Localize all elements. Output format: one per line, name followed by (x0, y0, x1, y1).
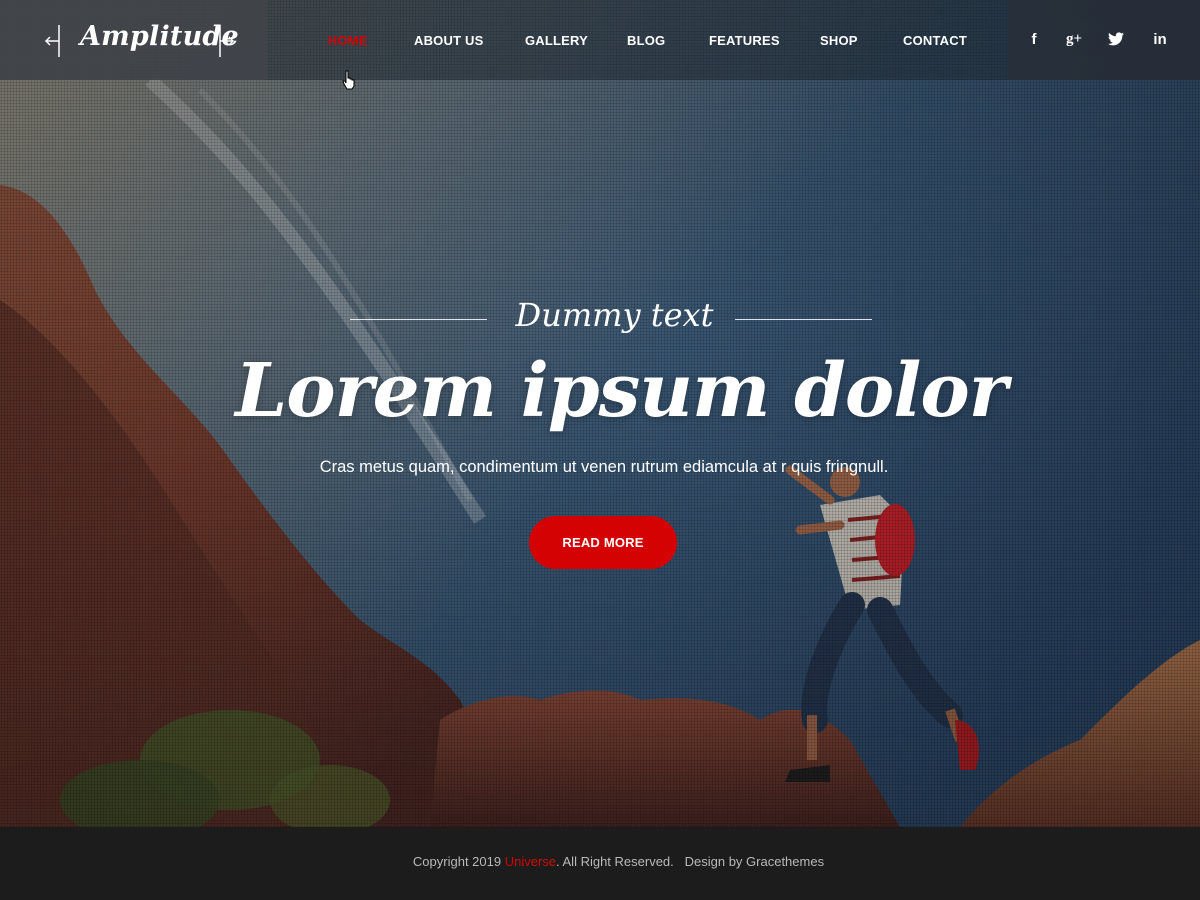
read-more-button[interactable]: READ MORE (529, 516, 677, 569)
subheading-right-rule (735, 319, 872, 320)
logo-area: Amplitude (0, 0, 268, 80)
google-plus-icon[interactable]: g+ (1064, 29, 1084, 49)
facebook-icon[interactable]: f (1024, 29, 1044, 49)
copyright-prefix: Copyright 2019 (412, 854, 505, 869)
nav-item-features[interactable]: FEATURES (709, 33, 780, 48)
linkedin-icon[interactable]: in (1150, 29, 1170, 49)
hero-description: Cras metus quam, condimentum ut venen ru… (319, 458, 889, 476)
pointer-cursor-icon (342, 70, 355, 90)
hero-subheading: Dummy text (515, 296, 714, 334)
nav-item-blog[interactable]: BLOG (627, 33, 665, 48)
nav-item-gallery[interactable]: GALLERY (525, 33, 588, 48)
footer-copyright: Copyright 2019 Universe. All Right Reser… (0, 854, 1200, 869)
nav-item-contact[interactable]: CONTACT (903, 33, 967, 48)
logo-right-bracket-icon (219, 25, 235, 57)
logo-left-bracket-icon (44, 25, 60, 57)
site-logo[interactable]: Amplitude (80, 21, 239, 52)
nav-item-home[interactable]: HOME (328, 33, 368, 48)
footer-credit: Design by Gracethemes (684, 854, 825, 869)
twitter-icon[interactable] (1106, 29, 1126, 49)
copyright-suffix: . All Right Reserved. (556, 854, 674, 869)
social-links: f g+ in (1008, 0, 1200, 80)
footer-brand-link[interactable]: Universe (505, 854, 556, 869)
nav-item-shop[interactable]: SHOP (820, 33, 858, 48)
nav-item-about-us[interactable]: ABOUT US (414, 33, 484, 48)
site-header: Amplitude HOME ABOUT US GALLERY BLOG FEA… (0, 0, 1200, 80)
hero-heading: Lorem ipsum dolor (235, 348, 1007, 434)
